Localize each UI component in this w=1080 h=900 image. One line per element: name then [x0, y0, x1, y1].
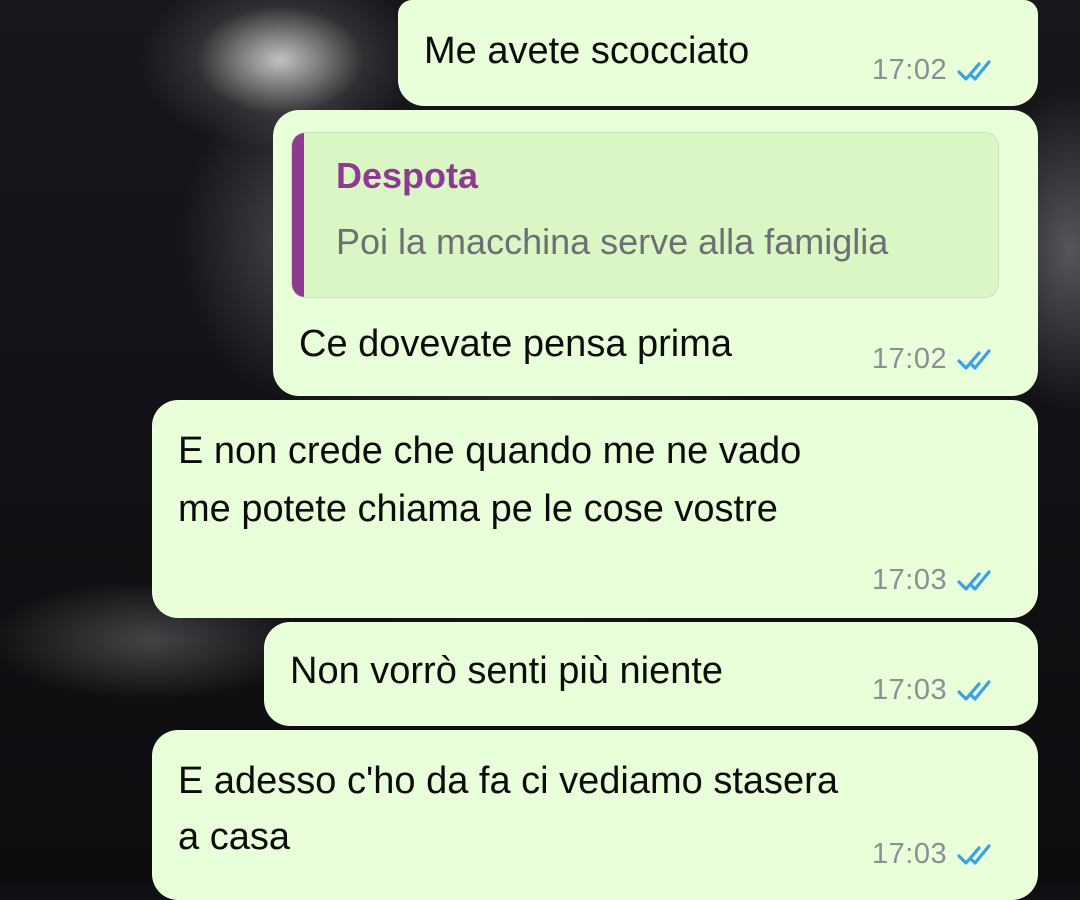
message-bubble[interactable]: Me avete scocciato 17:02 — [398, 0, 1038, 106]
message-time: 17:03 — [872, 838, 948, 870]
quoted-author: Despota — [336, 155, 479, 196]
message-meta: 17:03 — [872, 838, 1001, 871]
double-check-icon — [957, 679, 991, 701]
message-bubble[interactable]: E adesso c'ho da fa ci vediamo stasera a… — [152, 730, 1038, 900]
quoted-text: Poi la macchina serve alla famiglia — [336, 221, 889, 262]
double-check-icon — [957, 348, 991, 370]
message-meta: 17:02 — [872, 54, 1001, 87]
message-text: Me avete scocciato — [424, 30, 750, 72]
message-bubble[interactable]: E non crede che quando me ne vado me pot… — [152, 400, 1038, 618]
message-text: E adesso c'ho da fa ci vediamo stasera — [178, 760, 838, 802]
message-time: 17:02 — [872, 54, 948, 86]
double-check-icon — [957, 569, 991, 591]
message-text: a casa — [178, 816, 290, 858]
message-time: 17:03 — [872, 674, 948, 706]
message-bubble[interactable]: Non vorrò senti più niente 17:03 — [264, 622, 1038, 726]
message-time: 17:02 — [872, 343, 948, 375]
message-meta: 17:03 — [872, 674, 1001, 707]
message-text: Ce dovevate pensa prima — [299, 323, 733, 365]
message-meta: 17:03 — [872, 564, 1001, 597]
message-text: me potete chiama pe le cose vostre — [178, 488, 778, 530]
message-meta: 17:02 — [872, 343, 1001, 376]
quoted-message[interactable]: Despota Poi la macchina serve alla famig… — [291, 132, 999, 298]
message-bubble-reply[interactable]: Despota Poi la macchina serve alla famig… — [273, 110, 1038, 396]
double-check-icon — [957, 59, 991, 81]
message-text: Non vorrò senti più niente — [290, 650, 724, 692]
message-text: E non crede che quando me ne vado — [178, 430, 802, 472]
quote-accent-bar — [292, 133, 304, 297]
message-time: 17:03 — [872, 564, 948, 596]
double-check-icon — [957, 843, 991, 865]
